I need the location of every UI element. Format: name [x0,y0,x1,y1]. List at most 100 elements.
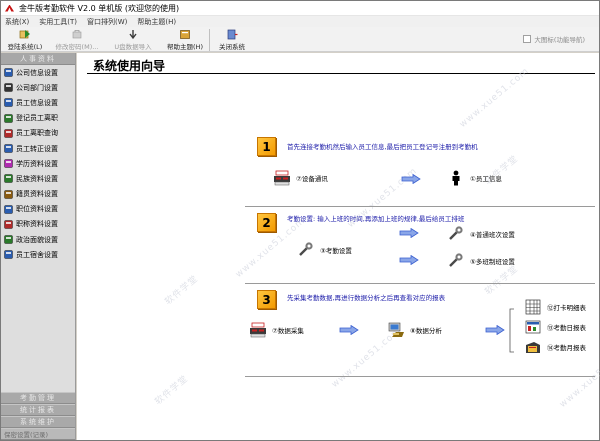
regular-icon [4,144,13,153]
help-button[interactable]: 帮助主题(H) [161,27,209,52]
data-collect-icon [249,322,267,338]
sidebar-item[interactable]: 籍贯资料设置 [1,187,75,202]
monthly-report-node[interactable]: ⑭考勤月报表 [524,339,586,355]
sidebar-footer: 考勤管理 统计报表 系统维护 保密设置(记录) [1,392,75,440]
sidebar-item-label: 职称资料设置 [16,220,58,229]
change-password-label: 修改密码(M)... [55,43,99,51]
leave-icon [4,113,13,123]
sidebar-section-reports[interactable]: 统计报表 [1,404,75,416]
multi-shift-node[interactable]: ⑤多班制班设置 [447,253,515,269]
normal-shift-label: ④普通班次设置 [470,231,515,239]
login-button[interactable]: 登陆系统(L) [1,27,49,52]
sidebar-item-label: 籍贯资料设置 [16,190,58,199]
sidebar-item[interactable]: 职称资料设置 [1,217,75,232]
employee-info-label: ①员工信息 [470,175,502,183]
menu-tools[interactable]: 实用工具(T) [39,17,77,27]
multi-shift-label: ⑤多班制班设置 [470,258,515,266]
window-title: 金牛版考勤软件 V2.0 单机版 (欢迎您的使用) [19,3,180,13]
building-icon [4,68,13,77]
close-system-icon [226,29,238,40]
sidebar-section-personnel[interactable]: 人事资料 [1,53,75,65]
punch-detail-node[interactable]: ⑫打卡明细表 [524,299,586,315]
monthly-report-icon [524,339,542,355]
employee-person-icon [447,170,465,186]
watermark: 软件学堂 [163,273,201,308]
daily-report-node[interactable]: ⑬考勤日报表 [524,319,586,335]
normal-shift-node[interactable]: ④普通班次设置 [447,226,515,242]
sidebar-item[interactable]: 职位资料设置 [1,202,75,217]
step-divider [245,206,595,207]
sidebar-item-label: 员工宿舍设置 [16,250,58,259]
sidebar-item[interactable]: 政治面貌设置 [1,232,75,247]
sidebar-item[interactable]: 登记员工离职 [1,111,75,126]
report-bracket [509,308,514,353]
sidebar-item-label: 公司信息设置 [16,68,58,77]
download-arrow-icon [127,29,139,40]
wrench-icon [297,242,315,258]
sidebar: 人事资料 公司信息设置 公司部门设置员工信息设置登记员工离职员工离职查询 员工转正设… [1,53,76,440]
sidebar-item[interactable]: 员工转正设置 [1,141,75,156]
wrench-icon [447,253,465,269]
data-collect-node[interactable]: ⑦数据采集 [249,322,304,338]
close-system-button[interactable]: 关闭系统 [210,27,254,52]
grid-report-icon [524,299,542,315]
step-1-text: 首先连接考勤机然后输入员工信息,最后把员工登记号注册到考勤机 [287,143,478,151]
sidebar-item[interactable]: 员工宿舍设置 [1,247,75,262]
menu-help[interactable]: 帮助主题(H) [137,17,176,27]
data-analysis-label: ⑧数据分析 [410,327,442,335]
sidebar-list: 公司信息设置 公司部门设置员工信息设置登记员工离职员工离职查询 员工转正设置学历资料… [1,65,75,437]
menu-system[interactable]: 系统(X) [5,17,29,27]
device-comm-node[interactable]: ⑦设备通讯 [273,170,328,186]
sidebar-item-label: 学历资料设置 [16,159,58,168]
change-password-button[interactable]: 修改密码(M)... [49,27,105,52]
sidebar-section-security[interactable]: 保密设置(记录) [1,428,75,440]
usb-import-button[interactable]: U盘数据导入 [105,27,161,52]
punch-detail-label: ⑫打卡明细表 [547,304,586,312]
politics-icon [4,235,13,244]
checkbox-box [523,35,532,43]
sidebar-item[interactable]: 公司信息设置 [1,65,75,80]
device-comm-icon [273,170,291,186]
position-icon [4,205,13,214]
education-icon [4,159,13,168]
large-icon-checkbox[interactable]: 大图标(功能导航) [523,34,585,44]
sidebar-item-label: 政治面貌设置 [16,235,58,244]
sidebar-section-maintenance[interactable]: 系统维护 [1,416,75,428]
attendance-setting-label: ③考勤设置 [320,247,352,255]
password-icon [71,29,83,40]
menu-bar: 系统(X) 实用工具(T) 窗口排列(W) 帮助主题(H) [1,16,599,27]
watermark: 软件学堂 [153,373,191,408]
department-icon [4,83,13,93]
login-label: 登陆系统(L) [7,43,43,51]
step-2-text: 考勤设置: 输入上班的时间,再添加上班的规律,最后给员工排班 [287,215,465,223]
menu-window[interactable]: 窗口排列(W) [87,17,127,27]
step-divider [245,376,595,377]
sidebar-item[interactable]: 公司部门设置 [1,80,75,95]
sidebar-section-attendance[interactable]: 考勤管理 [1,392,75,404]
query-icon [4,129,13,138]
arrow-right-icon [339,325,359,335]
sidebar-item[interactable]: 学历资料设置 [1,156,75,171]
attendance-setting-node[interactable]: ③考勤设置 [297,242,352,258]
help-label: 帮助主题(H) [167,43,203,51]
usb-import-label: U盘数据导入 [114,43,152,51]
sidebar-item[interactable]: 员工信息设置 [1,95,75,110]
step-3-text: 先采集考勤数据,再进行数据分析之后再查看对应的报表 [287,294,446,302]
app-window: 金牛版考勤软件 V2.0 单机版 (欢迎您的使用) 系统(X) 实用工具(T) … [0,0,600,441]
sidebar-item[interactable]: 员工离职查询 [1,126,75,141]
watermark: www.xue51.com [557,346,600,410]
help-book-icon [179,29,191,40]
sidebar-item-label: 职位资料设置 [16,205,58,214]
main-panel: 系统使用向导 软件学堂 www.xue51.com 软件学堂 www.xue51… [77,53,600,440]
sidebar-item[interactable]: 民族资料设置 [1,171,75,186]
data-analysis-node[interactable]: ⑧数据分析 [387,322,442,338]
sidebar-item-label: 公司部门设置 [16,83,58,92]
data-collect-label: ⑦数据采集 [272,327,304,335]
step-2-badge: 2 [257,213,276,232]
sidebar-item-label: 登记员工离职 [16,114,58,123]
daily-report-icon [524,319,542,335]
arrow-right-icon [399,255,419,265]
employee-info-node[interactable]: ①员工信息 [447,170,502,186]
sidebar-item-label: 民族资料设置 [16,174,58,183]
person-icon [4,98,13,108]
